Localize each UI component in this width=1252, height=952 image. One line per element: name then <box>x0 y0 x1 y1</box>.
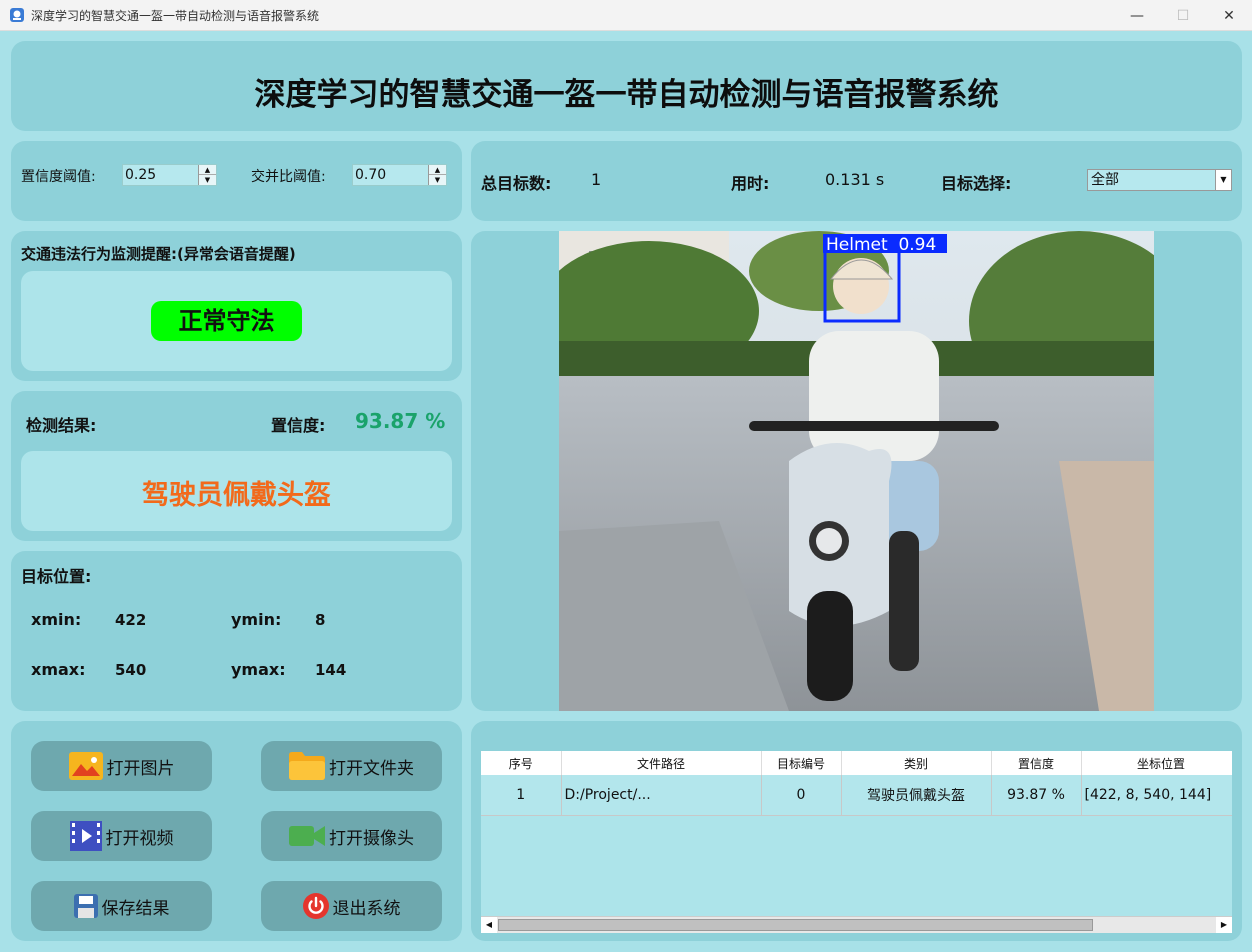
table-cell[interactable]: [422, 8, 540, 144] <box>1081 775 1232 816</box>
table-cell[interactable]: 93.87 % <box>991 775 1082 816</box>
image-icon <box>68 752 103 780</box>
total-targets-value: 1 <box>591 170 602 189</box>
results-table-container: 序号 文件路径 目标编号 类别 置信度 坐标位置 1 D:/Project/..… <box>481 751 1232 933</box>
spin-down-icon[interactable]: ▼ <box>429 175 446 185</box>
stats-panel: 总目标数: 1 用时: 0.131 s 目标选择: 全部 ▼ <box>471 141 1242 221</box>
detection-image: Helmet 0.94 <box>559 231 1154 711</box>
chevron-down-icon[interactable]: ▼ <box>1215 170 1231 190</box>
violation-alert-title: 交通违法行为监测提醒:(异常会语音提醒) <box>21 245 296 263</box>
table-row[interactable]: 1 D:/Project/... 0 驾驶员佩戴头盔 93.87 % [422,… <box>481 775 1232 816</box>
iou-threshold-label: 交并比阈值: <box>251 169 326 185</box>
maximize-button[interactable]: ☐ <box>1160 0 1206 31</box>
spin-up-icon[interactable]: ▲ <box>429 165 446 175</box>
exit-system-button[interactable]: 退出系统 <box>261 881 442 931</box>
table-cell[interactable]: 1 <box>481 775 562 816</box>
spin-up-icon[interactable]: ▲ <box>199 165 216 175</box>
detection-class-box: 驾驶员佩戴头盔 <box>21 451 452 531</box>
table-header-row: 序号 文件路径 目标编号 类别 置信度 坐标位置 <box>481 751 1232 775</box>
exit-system-label: 退出系统 <box>332 898 401 919</box>
detection-result-label: 检测结果: <box>26 416 97 435</box>
header-panel: 深度学习的智慧交通一盔一带自动检测与语音报警系统 <box>11 41 1242 131</box>
time-label: 用时: <box>731 174 770 193</box>
xmax-value: 540 <box>115 661 147 679</box>
open-folder-label: 打开文件夹 <box>329 758 414 779</box>
column-header-index[interactable]: 序号 <box>481 751 562 775</box>
target-select-label: 目标选择: <box>941 174 1012 193</box>
app-icon <box>10 8 24 22</box>
results-table-panel: 序号 文件路径 目标编号 类别 置信度 坐标位置 1 D:/Project/..… <box>471 721 1242 941</box>
close-button[interactable]: ✕ <box>1206 0 1252 31</box>
time-value: 0.131 s <box>825 170 885 189</box>
confidence-value: 93.87 % <box>355 409 446 433</box>
violation-status-box: 正常守法 <box>21 271 452 371</box>
column-header-target-id[interactable]: 目标编号 <box>761 751 842 775</box>
conf-threshold-label: 置信度阈值: <box>21 169 96 185</box>
column-header-coords[interactable]: 坐标位置 <box>1081 751 1232 775</box>
ymax-value: 144 <box>315 661 347 679</box>
detection-box-label: Helmet 0.94 <box>826 235 936 255</box>
conf-threshold-value: 0.25 <box>125 167 157 183</box>
scroll-left-icon[interactable]: ◀ <box>481 917 497 933</box>
iou-threshold-spinbox[interactable]: 0.70 ▲ ▼ <box>352 164 447 186</box>
table-cell[interactable]: D:/Project/... <box>561 775 762 816</box>
violation-alert-panel: 交通违法行为监测提醒:(异常会语音提醒) 正常守法 <box>11 231 462 381</box>
action-buttons-panel: 打开图片 打开文件夹 打开视频 打开摄像头 保存结果 退出系统 <box>11 721 462 941</box>
spin-down-icon[interactable]: ▼ <box>199 175 216 185</box>
column-header-confidence[interactable]: 置信度 <box>991 751 1082 775</box>
window-title: 深度学习的智慧交通一盔一带自动检测与语音报警系统 <box>31 8 320 23</box>
target-select-dropdown[interactable]: 全部 ▼ <box>1087 169 1232 191</box>
threshold-panel: 置信度阈值: 0.25 ▲ ▼ 交并比阈值: 0.70 ▲ ▼ <box>11 141 462 221</box>
scrollbar-thumb[interactable] <box>498 919 1093 931</box>
ymin-label: ymin: <box>231 610 282 629</box>
page-title: 深度学习的智慧交通一盔一带自动检测与语音报警系统 <box>254 77 999 113</box>
open-folder-button[interactable]: 打开文件夹 <box>261 741 442 791</box>
minimize-button[interactable]: — <box>1114 0 1160 31</box>
target-position-panel: 目标位置: xmin: 422 ymin: 8 xmax: 540 ymax: … <box>11 551 462 711</box>
table-cell[interactable]: 0 <box>761 775 842 816</box>
open-image-button[interactable]: 打开图片 <box>31 741 212 791</box>
open-camera-button[interactable]: 打开摄像头 <box>261 811 442 861</box>
open-image-label: 打开图片 <box>106 758 175 779</box>
open-video-button[interactable]: 打开视频 <box>31 811 212 861</box>
conf-threshold-spinbox[interactable]: 0.25 ▲ ▼ <box>122 164 217 186</box>
violation-status-badge: 正常守法 <box>151 301 302 341</box>
confidence-label: 置信度: <box>271 416 326 435</box>
xmin-value: 422 <box>115 611 147 629</box>
save-result-label: 保存结果 <box>101 898 170 919</box>
horizontal-scrollbar[interactable]: ◀ ▶ <box>481 916 1232 933</box>
column-header-class[interactable]: 类别 <box>841 751 992 775</box>
table-cell[interactable]: 驾驶员佩戴头盔 <box>841 775 992 816</box>
folder-icon <box>289 752 325 780</box>
column-header-path[interactable]: 文件路径 <box>561 751 762 775</box>
power-icon <box>302 893 329 919</box>
results-table: 序号 文件路径 目标编号 类别 置信度 坐标位置 1 D:/Project/..… <box>481 751 1232 816</box>
detection-class-text: 驾驶员佩戴头盔 <box>142 480 331 511</box>
window-titlebar: 深度学习的智慧交通一盔一带自动检测与语音报警系统 — ☐ ✕ <box>0 0 1252 31</box>
target-select-value: 全部 <box>1091 172 1119 188</box>
save-icon <box>73 894 98 918</box>
open-camera-label: 打开摄像头 <box>329 828 414 849</box>
camera-icon <box>289 824 325 848</box>
scroll-right-icon[interactable]: ▶ <box>1216 917 1232 933</box>
open-video-label: 打开视频 <box>105 828 174 849</box>
target-position-title: 目标位置: <box>21 567 92 586</box>
xmin-label: xmin: <box>31 610 82 629</box>
ymin-value: 8 <box>315 611 326 629</box>
iou-threshold-value: 0.70 <box>355 167 387 183</box>
xmax-label: xmax: <box>31 660 86 679</box>
image-display-panel: Helmet 0.94 <box>471 231 1242 711</box>
total-targets-label: 总目标数: <box>481 174 552 193</box>
detection-result-panel: 检测结果: 置信度: 93.87 % 驾驶员佩戴头盔 <box>11 391 462 541</box>
ymax-label: ymax: <box>231 660 286 679</box>
video-icon <box>69 821 102 851</box>
save-result-button[interactable]: 保存结果 <box>31 881 212 931</box>
